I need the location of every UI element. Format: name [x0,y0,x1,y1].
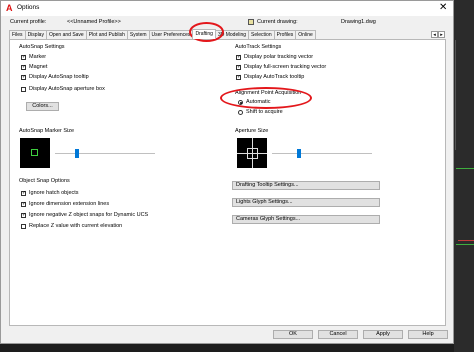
magnet-label: Magnet [29,64,48,70]
aperture-box-label: Display AutoSnap aperture box [29,86,105,92]
aperture-box-checkbox[interactable] [21,87,26,92]
drafting-panel: AutoSnap Settings ✓ Marker ✓ Magnet ✓ Di… [9,39,446,326]
autosnap-settings-title: AutoSnap Settings [18,44,66,50]
current-profile-value: <<Unnamed Profile>> [67,19,121,25]
lights-glyph-settings-button[interactable]: Lights Glyph Settings... [232,198,380,207]
tab-user-preferences[interactable]: User Preferences [148,30,194,39]
ignore-negative-z-checkbox[interactable]: ✓ [21,213,26,218]
ignore-negative-z-label: Ignore negative Z object snaps for Dynam… [29,212,149,218]
annotation-circle [220,87,312,109]
tab-files[interactable]: Files [9,30,26,39]
tab-scroll-right-icon[interactable]: ▸ [438,31,445,38]
tab-plot-and-publish[interactable]: Plot and Publish [85,30,128,39]
tab-online[interactable]: Online [295,30,316,39]
autosnap-tooltip-checkbox[interactable]: ✓ [21,75,26,80]
aperture-preview [237,138,267,168]
ignore-dimension-label: Ignore dimension extension lines [29,201,110,207]
background-line [458,240,474,241]
cameras-glyph-settings-button[interactable]: Cameras Glyph Settings... [232,215,380,224]
shift-to-acquire-radio[interactable] [238,110,243,115]
cancel-button[interactable]: Cancel [318,330,358,339]
tab-scroll-left-icon[interactable]: ◂ [431,31,438,38]
autocad-logo-icon: A [6,3,13,13]
close-icon[interactable]: ✕ [439,2,447,14]
tab-strip: Files Display Open and Save Plot and Pub… [9,29,316,39]
background-line [456,244,474,245]
current-drawing-value: Drawing1.dwg [341,19,376,25]
colors-button[interactable]: Colors... [26,102,59,111]
shift-to-acquire-label: Shift to acquire [246,109,283,115]
autotrack-settings-title: AutoTrack Settings [234,44,283,50]
autosnap-tooltip-label: Display AutoSnap tooltip [29,74,89,80]
marker-size-slider-track [55,153,155,154]
marker-size-title: AutoSnap Marker Size [18,128,76,134]
fullscreen-vector-checkbox[interactable]: ✓ [236,65,241,70]
current-drawing-label: Current drawing: [257,19,298,25]
help-button[interactable]: Help [408,330,448,339]
aperture-size-slider[interactable] [297,149,301,158]
replace-z-checkbox[interactable] [21,224,26,229]
tab-system[interactable]: System [126,30,150,39]
current-profile-label: Current profile: [10,19,47,25]
options-dialog: A Options ✕ Current profile: <<Unnamed P… [0,0,454,344]
drafting-tooltip-settings-button[interactable]: Drafting Tooltip Settings... [232,181,380,190]
polar-vector-checkbox[interactable]: ✓ [236,55,241,60]
tab-profiles[interactable]: Profiles [273,30,297,39]
magnet-checkbox[interactable]: ✓ [21,65,26,70]
ignore-hatch-label: Ignore hatch objects [29,190,79,196]
aperture-size-title: Aperture Size [234,128,270,134]
window-title: Options [17,4,40,11]
autotrack-tooltip-label: Display AutoTrack tooltip [244,74,305,80]
ignore-hatch-checkbox[interactable]: ✓ [21,191,26,196]
marker-checkbox[interactable]: ✓ [21,55,26,60]
marker-size-slider[interactable] [75,149,79,158]
ignore-dimension-checkbox[interactable]: ✓ [21,202,26,207]
drawing-icon [248,19,254,25]
fullscreen-vector-label: Display full-screen tracking vector [244,64,327,70]
polar-vector-label: Display polar tracking vector [244,54,314,60]
tab-drafting[interactable]: Drafting [192,29,216,39]
replace-z-label: Replace Z value with current elevation [29,223,123,229]
title-bar: A Options ✕ [1,1,453,16]
object-snap-title: Object Snap Options [18,178,71,184]
apply-button[interactable]: Apply [363,330,403,339]
ok-button[interactable]: OK [273,330,313,339]
tab-selection[interactable]: Selection [248,30,275,39]
background-line [456,168,474,169]
tab-display[interactable]: Display [24,30,47,39]
marker-label: Marker [29,54,47,60]
tab-scroll: ◂ ▸ [431,31,445,38]
background-ruler [455,40,460,150]
tab-open-and-save[interactable]: Open and Save [45,30,87,39]
aperture-size-slider-track [272,153,372,154]
marker-preview [20,138,50,168]
autotrack-tooltip-checkbox[interactable]: ✓ [236,75,241,80]
